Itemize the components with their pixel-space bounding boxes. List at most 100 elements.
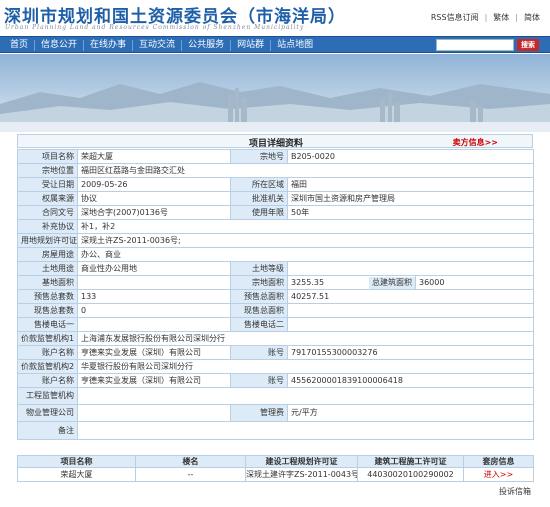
field-label: 账户名称 [17,345,78,360]
traditional-chinese-link[interactable]: 繁体 [491,13,511,22]
nav-site-group[interactable]: 网站群 [231,40,272,51]
field-label: 基地面积 [17,275,78,290]
field-value [286,303,535,318]
field-value: 荣超大厦 [77,149,231,164]
table-row: 受让日期 2009-05-26 所在区域 福田 [17,177,535,192]
field-label: 补充协议 [17,219,78,234]
field-label: 现售总面积 [230,303,288,318]
field-value: 2009-05-26 [77,177,231,192]
nav-info-disclosure[interactable]: 信息公开 [35,40,85,51]
field-value [76,421,535,440]
field-label: 预售总套数 [17,289,78,304]
building-name-cell: -- [135,467,246,482]
field-value: 上海浦东发展银行股份有限公司深圳分行 [76,331,535,346]
site-subtitle: Urban Planning Land and Resources Commis… [5,24,305,31]
field-label: 所在区域 [230,177,288,192]
field-value: 深地合字(2007)0136号 [77,205,231,220]
city-banner [0,54,550,132]
divider: | [484,13,488,22]
field-value: 华夏银行股份有限公司深圳分行 [76,359,535,374]
field-label: 账户名称 [17,373,78,388]
field-value [76,387,535,405]
table-row: 现售总套数 0 现售总面积 [17,303,535,318]
building-list-table: 项目名称 楼名 建设工程规划许可证 建筑工程施工许可证 套房信息 荣超大厦 --… [17,455,534,482]
construction-permit-cell: 44030020100290002 [357,467,464,482]
field-value: 36000 [414,275,535,290]
field-value: 协议 [77,191,231,206]
table-row: 荣超大厦 -- 深规土建许字ZS-2011-0043号 440300201002… [17,467,534,482]
field-value: 补1，补2 [76,219,535,234]
table-row: 售楼电话一 售楼电话二 [17,317,535,332]
column-header: 建筑工程施工许可证 [357,455,464,468]
field-value [286,317,535,332]
field-label: 权属来源 [17,191,78,206]
table-row: 合同文号 深地合字(2007)0136号 使用年限 50年 [17,205,535,220]
divider: | [515,13,518,22]
field-value: 79170155300003276 [286,345,535,360]
rss-link[interactable]: RSS信息订阅 [429,13,481,22]
field-label: 备注 [17,421,78,440]
field-label: 房屋用途 [17,247,78,262]
field-label: 价款监管机构1 [17,331,78,346]
field-value: 商业性办公用地 [77,261,231,276]
top-links: RSS信息订阅 | 繁体 | 简体 [429,12,542,23]
lot-area-value: 3255.35 [291,277,325,287]
project-detail-panel: 项目详细资料 卖方信息>> 项目名称 荣超大厦 宗地号 B205-0020 宗地… [17,134,535,507]
enter-units-link[interactable]: 进入>> [484,470,513,479]
table-header-row: 项目名称 楼名 建设工程规划许可证 建筑工程施工许可证 套房信息 [17,455,534,468]
seller-info-link[interactable]: 卖方信息>> [453,137,498,148]
field-value [77,404,231,422]
nav-online-services[interactable]: 在线办事 [84,40,134,51]
table-row: 基地面积 宗地面积 3255.35 总建筑面积 36000 [17,275,535,290]
nav-interaction[interactable]: 互动交流 [133,40,183,51]
project-name-cell: 荣超大厦 [17,467,136,482]
nav-home[interactable]: 首页 [4,40,36,51]
field-label: 土地用途 [17,261,78,276]
field-value: 50年 [286,205,535,220]
field-value: 0 [77,303,231,318]
nav-items: 首页 信息公开 在线办事 互动交流 公共服务 网站群 站点地图 [4,37,319,54]
field-label: 合同文号 [17,205,78,220]
main-nav: 首页 信息公开 在线办事 互动交流 公共服务 网站群 站点地图 搜索 [0,36,550,53]
search-input[interactable] [436,39,514,51]
field-label: 受让日期 [17,177,78,192]
nav-site-map[interactable]: 站点地图 [271,40,319,51]
table-row: 房屋用途 办公、商业 [17,247,535,262]
field-label: 物业管理公司 [17,404,78,422]
column-header: 项目名称 [17,455,136,468]
field-label: 用地规划许可证 [17,233,78,248]
complaint-mailbox-link[interactable]: 投诉信箱 [499,486,531,497]
total-build-label: 总建筑面积 [369,276,415,289]
field-label: 管理费 [230,404,288,422]
site-header: 深圳市规划和国土资源委员会（市海洋局） Urban Planning Land … [0,0,550,36]
field-label: 现售总套数 [17,303,78,318]
field-label: 使用年限 [230,205,288,220]
field-value: 深圳市国土资源和房产管理局 [286,191,535,206]
field-label: 工程监管机构 [17,387,78,405]
search-button[interactable]: 搜索 [517,39,539,51]
panel-header: 项目详细资料 卖方信息>> [17,134,533,149]
field-value: 办公、商业 [76,247,535,262]
field-value: 福田区红荔路与金田路交汇处 [76,163,535,178]
table-row: 账户名称 亨德来实业发展（深圳）有限公司 账号 7917015530000327… [17,345,535,360]
field-value [286,261,535,276]
nav-public-services[interactable]: 公共服务 [182,40,232,51]
column-header: 套房信息 [463,455,534,468]
field-value: 40257.51 [286,289,535,304]
field-value: 福田 [286,177,535,192]
table-row: 工程监管机构 [17,387,535,405]
city-skyline-image [0,54,550,132]
unit-info-cell: 进入>> [463,467,534,482]
field-value: 3255.35 总建筑面积 [287,275,416,290]
table-row: 宗地位置 福田区红荔路与金田路交汇处 [17,163,535,178]
field-label: 项目名称 [17,149,78,164]
table-row: 价款监管机构2 华夏银行股份有限公司深圳分行 [17,359,535,374]
field-label: 宗地号 [230,149,288,164]
simplified-chinese-link[interactable]: 简体 [522,13,542,22]
field-label: 宗地位置 [17,163,78,178]
project-detail-table: 项目名称 荣超大厦 宗地号 B205-0020 宗地位置 福田区红荔路与金田路交… [17,149,535,440]
table-row: 用地规划许可证 深规土许ZS-2011-0036号; [17,233,535,248]
field-label: 价款监管机构2 [17,359,78,374]
field-label: 土地等级 [230,261,288,276]
field-value: 133 [77,289,231,304]
